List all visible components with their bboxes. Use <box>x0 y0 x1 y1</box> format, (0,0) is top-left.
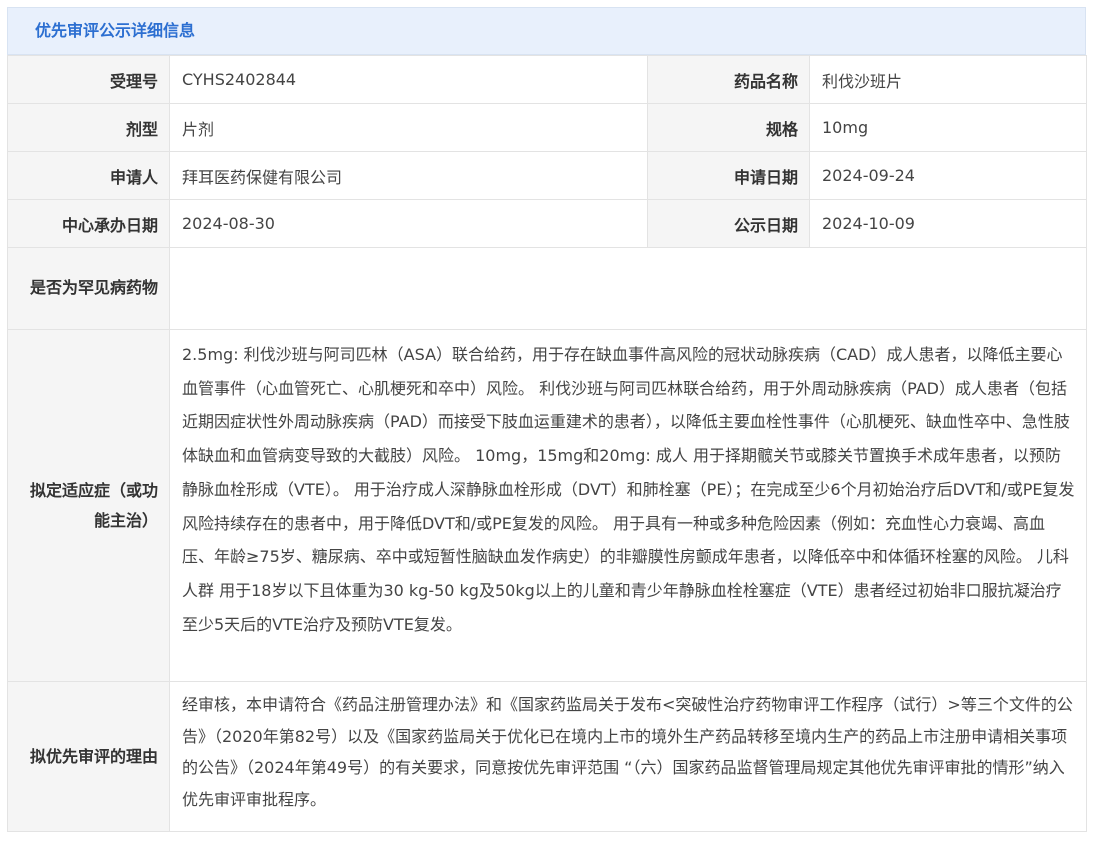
table-row: 申请人 拜耳医药保健有限公司 申请日期 2024-09-24 <box>7 151 1087 200</box>
reason-label: 拟优先审评的理由 <box>7 681 170 832</box>
table-row: 拟优先审评的理由 经审核，本申请符合《药品注册管理办法》和《国家药监局关于发布<… <box>7 681 1087 832</box>
indication-label: 拟定适应症（或功能主治） <box>7 329 170 682</box>
panel-title: 优先审评公示详细信息 <box>7 7 1086 55</box>
spec-label: 规格 <box>647 103 810 152</box>
priority-review-detail-panel: 优先审评公示详细信息 受理号 CYHS2402844 药品名称 利伐沙班片 剂型… <box>7 7 1087 832</box>
center-date-label: 中心承办日期 <box>7 199 170 248</box>
publish-date-label: 公示日期 <box>647 199 810 248</box>
dosage-form-value: 片剂 <box>169 103 648 152</box>
dosage-form-label: 剂型 <box>7 103 170 152</box>
accept-no-value: CYHS2402844 <box>169 55 648 104</box>
center-date-value: 2024-08-30 <box>169 199 648 248</box>
applicant-value: 拜耳医药保健有限公司 <box>169 151 648 200</box>
applicant-label: 申请人 <box>7 151 170 200</box>
table-row: 是否为罕见病药物 <box>7 247 1087 330</box>
rare-disease-label: 是否为罕见病药物 <box>7 247 170 330</box>
spec-value: 10mg <box>809 103 1087 152</box>
detail-table: 受理号 CYHS2402844 药品名称 利伐沙班片 剂型 片剂 规格 10mg… <box>7 55 1087 832</box>
drug-name-value: 利伐沙班片 <box>809 55 1087 104</box>
table-row: 拟定适应症（或功能主治） 2.5mg: 利伐沙班与阿司匹林（ASA）联合给药，用… <box>7 329 1087 682</box>
table-row: 中心承办日期 2024-08-30 公示日期 2024-10-09 <box>7 199 1087 248</box>
table-row: 剂型 片剂 规格 10mg <box>7 103 1087 152</box>
indication-value: 2.5mg: 利伐沙班与阿司匹林（ASA）联合给药，用于存在缺血事件高风险的冠状… <box>169 329 1087 682</box>
publish-date-value: 2024-10-09 <box>809 199 1087 248</box>
rare-disease-value <box>169 247 1087 330</box>
apply-date-label: 申请日期 <box>647 151 810 200</box>
accept-no-label: 受理号 <box>7 55 170 104</box>
drug-name-label: 药品名称 <box>647 55 810 104</box>
apply-date-value: 2024-09-24 <box>809 151 1087 200</box>
table-row: 受理号 CYHS2402844 药品名称 利伐沙班片 <box>7 55 1087 104</box>
reason-value: 经审核，本申请符合《药品注册管理办法》和《国家药监局关于发布<突破性治疗药物审评… <box>169 681 1087 832</box>
